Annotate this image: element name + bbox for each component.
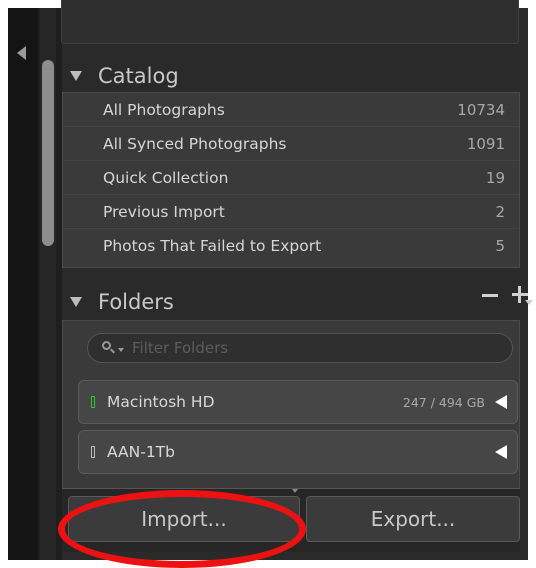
search-icon[interactable]: [102, 341, 116, 355]
collapse-panel-icon[interactable]: [17, 46, 26, 60]
panel-resize-caret-icon[interactable]: [292, 489, 298, 493]
catalog-item-all-photographs[interactable]: All Photographs 10734: [63, 93, 519, 127]
filter-folders-input[interactable]: [130, 338, 494, 358]
catalog-item-quick-collection[interactable]: Quick Collection 19: [63, 161, 519, 195]
navigator-panel: [61, 0, 519, 44]
remove-folder-icon[interactable]: [482, 293, 498, 297]
expand-volume-icon[interactable]: [495, 445, 507, 459]
filter-folders-field[interactable]: [87, 333, 513, 363]
export-button[interactable]: Export...: [306, 496, 520, 542]
catalog-list: All Photographs 10734 All Synced Photogr…: [62, 92, 520, 268]
volume-status-indicator: [91, 446, 95, 458]
catalog-item-failed-to-export[interactable]: Photos That Failed to Export 5: [63, 229, 519, 263]
folders-title: Folders: [98, 290, 174, 314]
catalog-header[interactable]: Catalog: [70, 60, 179, 92]
expand-volume-icon[interactable]: [495, 395, 507, 409]
highlight-annotation: [58, 490, 306, 568]
catalog-item-count: 1091: [466, 134, 505, 153]
volume-status-indicator: [91, 396, 95, 408]
scrollbar-thumb[interactable]: [42, 60, 54, 246]
catalog-item-label: Photos That Failed to Export: [103, 237, 322, 255]
volume-name: Macintosh HD: [107, 393, 215, 411]
panel-collapse-strip[interactable]: [8, 8, 38, 560]
catalog-item-count: 5: [495, 237, 505, 255]
catalog-item-previous-import[interactable]: Previous Import 2: [63, 195, 519, 229]
folders-header[interactable]: Folders: [70, 286, 174, 318]
bottom-divider: [62, 488, 520, 489]
catalog-item-count: 19: [485, 168, 505, 187]
catalog-item-count: 2: [495, 202, 505, 221]
volume-aan-1tb[interactable]: AAN-1Tb: [78, 430, 518, 474]
disclosure-triangle-icon[interactable]: [70, 297, 82, 307]
catalog-item-label: All Synced Photographs: [103, 134, 287, 153]
volume-macintosh-hd[interactable]: Macintosh HD 247 / 494 GB: [78, 380, 518, 424]
catalog-item-label: All Photographs: [103, 100, 225, 119]
catalog-item-label: Previous Import: [103, 202, 225, 221]
folders-actions: [482, 286, 533, 305]
catalog-title: Catalog: [98, 64, 179, 88]
catalog-item-all-synced-photographs[interactable]: All Synced Photographs 1091: [63, 127, 519, 161]
volume-size: 247 / 494 GB: [402, 394, 485, 410]
add-folder-icon[interactable]: [512, 286, 533, 305]
dropdown-caret-icon: [525, 300, 533, 305]
catalog-item-label: Quick Collection: [103, 168, 229, 187]
disclosure-triangle-icon[interactable]: [70, 71, 82, 81]
search-options-icon[interactable]: [118, 348, 124, 352]
volume-name: AAN-1Tb: [107, 443, 175, 461]
catalog-item-count: 10734: [457, 100, 505, 119]
